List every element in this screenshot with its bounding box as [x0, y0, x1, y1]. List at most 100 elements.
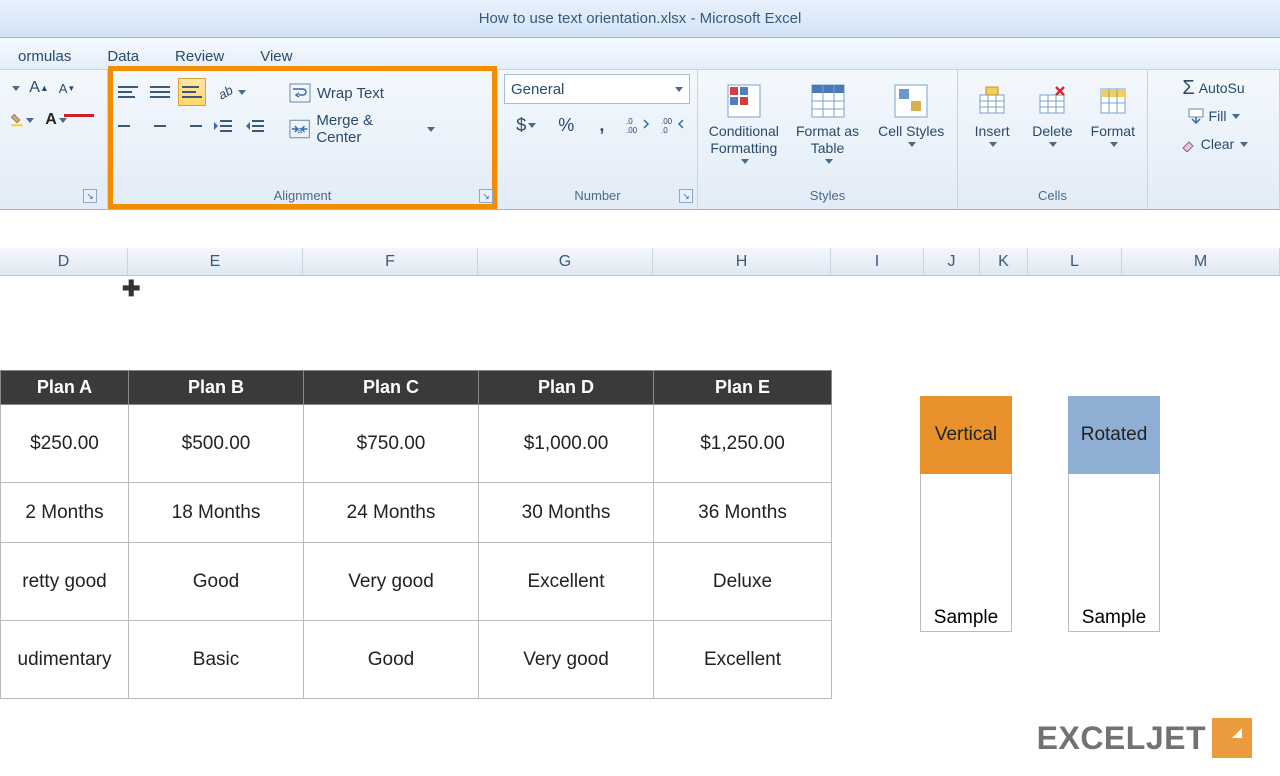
grow-font-button[interactable]: A▲ — [26, 74, 52, 102]
svg-text:.00: .00 — [626, 126, 638, 134]
align-right-button[interactable] — [178, 112, 206, 140]
sigma-icon: Σ — [1182, 77, 1194, 100]
merge-center-button[interactable]: a Merge & Center — [282, 114, 442, 144]
table-cell[interactable]: Excellent — [479, 543, 654, 621]
table-cell[interactable]: udimentary — [1, 621, 129, 699]
wrap-text-button[interactable]: Wrap Text — [282, 78, 442, 108]
column-header-G[interactable]: G — [478, 248, 653, 275]
format-cells-button[interactable]: Format — [1085, 78, 1141, 150]
format-as-table-icon — [808, 81, 848, 121]
conditional-formatting-icon — [724, 81, 764, 121]
table-cell[interactable]: Basic — [129, 621, 304, 699]
insert-cells-button[interactable]: Insert — [964, 78, 1020, 150]
orientation-button[interactable]: ab — [210, 78, 250, 106]
cell-styles-button[interactable]: Cell Styles — [871, 78, 951, 150]
table-cell[interactable]: Good — [304, 621, 479, 699]
table-cell[interactable]: Excellent — [654, 621, 832, 699]
increase-decimal-button[interactable]: .0.00 — [620, 110, 656, 140]
fill-color-button[interactable] — [6, 106, 38, 134]
exceljet-logo: EXCELJET — [1037, 718, 1252, 758]
cell-styles-icon — [891, 81, 931, 121]
rotated-sample-cell[interactable]: Sample — [1068, 474, 1160, 632]
align-top-button[interactable] — [114, 78, 142, 106]
table-cell[interactable]: $750.00 — [304, 405, 479, 483]
column-header-F[interactable]: F — [303, 248, 478, 275]
window-titlebar: How to use text orientation.xlsx - Micro… — [0, 0, 1280, 38]
accounting-format-button[interactable]: $ — [504, 110, 549, 140]
table-cell[interactable]: Very good — [479, 621, 654, 699]
table-header-cell[interactable]: Plan B — [129, 371, 304, 405]
format-as-table-button[interactable]: Format as Table — [788, 78, 868, 167]
ribbon-group-number: General $ % , .0.00 .00.0 Number ↘ — [498, 70, 698, 209]
font-group-label: ↘ — [6, 201, 101, 207]
table-cell[interactable]: 2 Months — [1, 483, 129, 543]
cells-group-label: Cells — [964, 186, 1141, 207]
table-cell[interactable]: Very good — [304, 543, 479, 621]
column-header-M[interactable]: M — [1122, 248, 1280, 275]
font-name-dropdown[interactable] — [6, 74, 24, 102]
table-cell[interactable]: Good — [129, 543, 304, 621]
table-cell[interactable]: $1,250.00 — [654, 405, 832, 483]
table-header-cell[interactable]: Plan A — [1, 371, 129, 405]
cell-cursor-icon: ✚ — [122, 276, 140, 302]
tab-data[interactable]: Data — [89, 42, 157, 69]
autosum-button[interactable]: Σ AutoSu — [1154, 74, 1273, 102]
align-left-button[interactable] — [114, 112, 142, 140]
table-cell[interactable]: 30 Months — [479, 483, 654, 543]
fill-button[interactable]: Fill — [1154, 102, 1273, 130]
column-header-J[interactable]: J — [924, 248, 980, 275]
shrink-font-button[interactable]: A▼ — [54, 74, 80, 102]
align-center-button[interactable] — [146, 112, 174, 140]
font-dialog-launcher[interactable]: ↘ — [83, 189, 97, 203]
ribbon-group-editing: Σ AutoSu Fill Clear — [1148, 70, 1280, 209]
delete-cells-button[interactable]: Delete — [1024, 78, 1080, 150]
tab-view[interactable]: View — [242, 42, 310, 69]
vertical-header-cell[interactable]: Vertical — [920, 396, 1012, 474]
alignment-dialog-launcher[interactable]: ↘ — [479, 189, 493, 203]
decrease-indent-button[interactable] — [210, 112, 238, 140]
table-header-cell[interactable]: Plan E — [654, 371, 832, 405]
column-header-D[interactable]: D — [0, 248, 128, 275]
clear-button[interactable]: Clear — [1154, 130, 1273, 158]
ribbon-group-styles: Conditional Formatting Format as Table C… — [698, 70, 958, 209]
align-bottom-button[interactable] — [178, 78, 206, 106]
table-cell[interactable]: $1,000.00 — [479, 405, 654, 483]
align-middle-button[interactable] — [146, 78, 174, 106]
column-header-I[interactable]: I — [831, 248, 924, 275]
eraser-icon — [1179, 136, 1197, 152]
table-cell[interactable]: 18 Months — [129, 483, 304, 543]
column-header-H[interactable]: H — [653, 248, 831, 275]
column-header-K[interactable]: K — [980, 248, 1028, 275]
table-cell[interactable]: 36 Months — [654, 483, 832, 543]
exceljet-logo-icon — [1212, 718, 1252, 758]
table-cell[interactable]: retty good — [1, 543, 129, 621]
rotated-header-cell[interactable]: Rotated — [1068, 396, 1160, 474]
ribbon-group-alignment: ab — [108, 70, 498, 209]
decrease-decimal-button[interactable]: .00.0 — [655, 110, 691, 140]
column-header-L[interactable]: L — [1028, 248, 1122, 275]
conditional-formatting-button[interactable]: Conditional Formatting — [704, 78, 784, 167]
font-color-button[interactable]: A — [40, 106, 72, 134]
number-dialog-launcher[interactable]: ↘ — [679, 189, 693, 203]
tab-formulas[interactable]: ormulas — [0, 42, 89, 69]
vertical-sample-cell[interactable]: Sample — [920, 474, 1012, 632]
number-group-label: Number — [504, 186, 691, 207]
comma-format-button[interactable]: , — [584, 110, 620, 140]
svg-text:ab: ab — [215, 82, 235, 102]
wrap-text-icon — [289, 83, 311, 103]
table-cell[interactable]: 24 Months — [304, 483, 479, 543]
format-icon — [1093, 81, 1133, 121]
table-cell[interactable]: $500.00 — [129, 405, 304, 483]
number-format-dropdown[interactable]: General — [504, 74, 690, 104]
table-header-cell[interactable]: Plan C — [304, 371, 479, 405]
table-row: 2 Months18 Months24 Months30 Months36 Mo… — [1, 483, 832, 543]
column-header-E[interactable]: E — [128, 248, 303, 275]
percent-format-button[interactable]: % — [549, 110, 585, 140]
table-cell[interactable]: Deluxe — [654, 543, 832, 621]
worksheet-area[interactable]: ✚ Plan APlan BPlan CPlan DPlan E $250.00… — [0, 276, 1280, 776]
table-header-cell[interactable]: Plan D — [479, 371, 654, 405]
increase-indent-button[interactable] — [242, 112, 270, 140]
table-header-row: Plan APlan BPlan CPlan DPlan E — [1, 371, 832, 405]
table-cell[interactable]: $250.00 — [1, 405, 129, 483]
tab-review[interactable]: Review — [157, 42, 242, 69]
